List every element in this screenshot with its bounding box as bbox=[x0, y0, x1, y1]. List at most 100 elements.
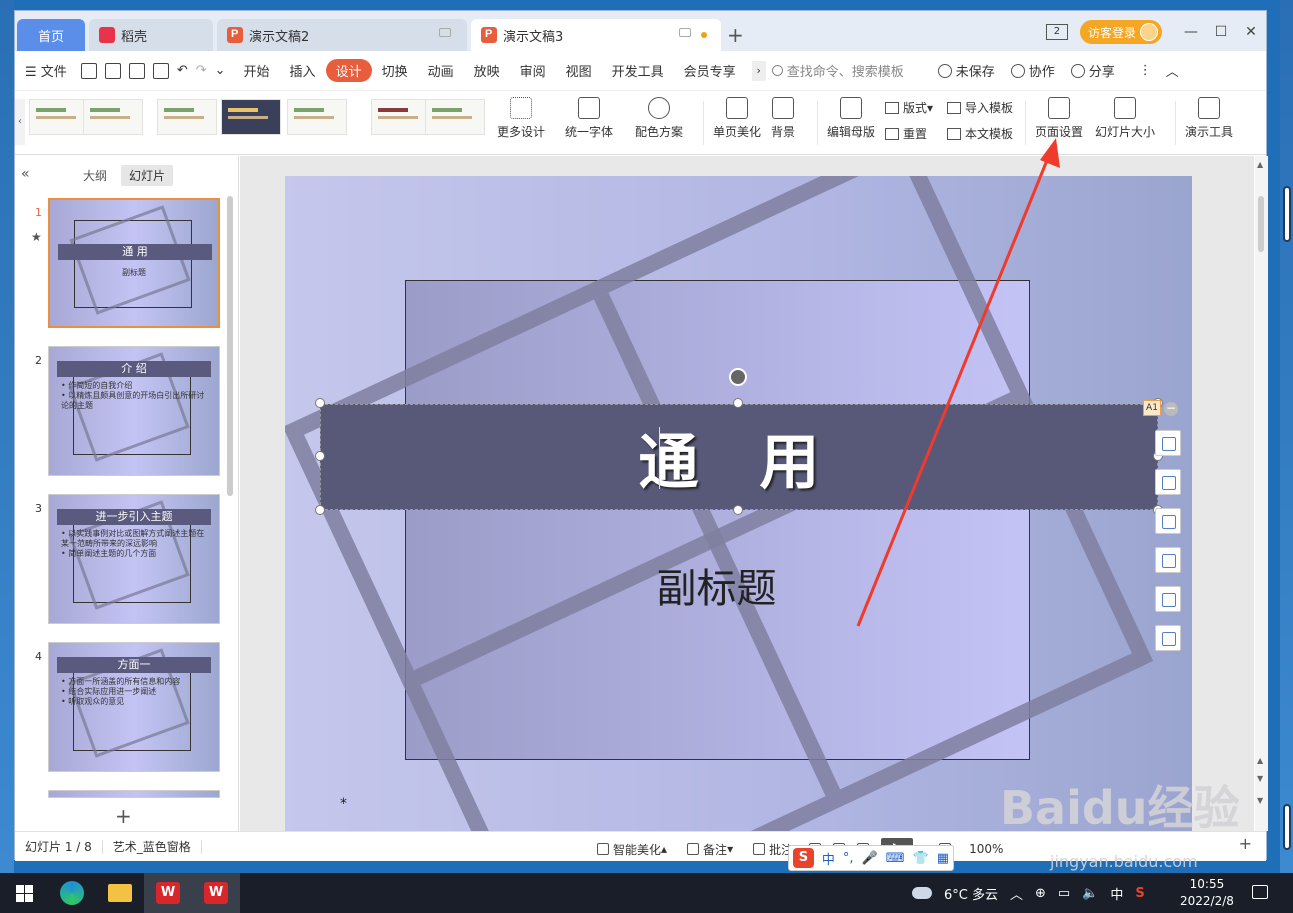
theme-name[interactable]: 艺术_蓝色窗格 bbox=[103, 838, 201, 855]
input-language[interactable]: 中 bbox=[1110, 884, 1123, 903]
microphone-icon[interactable]: 🎤 bbox=[862, 851, 878, 866]
zoom-in-button[interactable]: + bbox=[1239, 834, 1252, 853]
smart-beautify-button[interactable]: 智能美化 ▴ bbox=[587, 841, 677, 858]
minimize-button[interactable]: — bbox=[1176, 24, 1206, 40]
tab-outline[interactable]: 大纲 bbox=[75, 165, 115, 186]
network-icon[interactable]: ▭ bbox=[1058, 886, 1070, 901]
zoom-level[interactable]: 100% bbox=[969, 842, 1003, 856]
tab-home[interactable]: 首页 bbox=[17, 19, 85, 51]
title-placeholder[interactable]: 通 用 bbox=[320, 404, 1158, 510]
design-template-1[interactable] bbox=[29, 99, 89, 135]
reset-button[interactable]: 重置 bbox=[885, 125, 927, 142]
unify-font-button[interactable]: 统一字体 bbox=[565, 97, 613, 140]
ribbon-scroll-left-icon[interactable]: ‹ bbox=[15, 99, 25, 145]
share-button[interactable]: 分享 bbox=[1070, 61, 1115, 80]
start-button[interactable] bbox=[0, 873, 48, 913]
wps-taskbar-button-1[interactable]: W bbox=[144, 873, 192, 913]
background-button[interactable]: 背景 bbox=[771, 97, 795, 140]
menu-animation[interactable]: 动画 bbox=[418, 61, 464, 80]
volume-icon[interactable]: 🔈 bbox=[1082, 886, 1098, 901]
slide-subtitle[interactable]: 副标题 bbox=[285, 556, 1192, 614]
slide-thumbnail-4[interactable]: 4 方面一 • 方面一所涵盖的所有信息和内容 • 结合实际应用进一步阐述 • 听取观… bbox=[15, 642, 225, 772]
canvas-scrollbar-thumb[interactable] bbox=[1258, 196, 1264, 252]
weather-text[interactable]: 6°C 多云 bbox=[944, 884, 998, 903]
brush-icon[interactable] bbox=[1155, 469, 1181, 495]
layers-icon[interactable] bbox=[1155, 430, 1181, 456]
tray-expand-icon[interactable]: ︿ bbox=[1010, 884, 1023, 903]
menu-member[interactable]: 会员专享 bbox=[674, 61, 746, 80]
menu-start[interactable]: 开始 bbox=[234, 61, 280, 80]
more-options-icon[interactable]: ⋮ bbox=[1139, 63, 1152, 78]
canvas-scrollbar[interactable]: ▲ ▲ ▼ ▼ bbox=[1255, 156, 1268, 831]
layout-button[interactable]: 版式 ▾ bbox=[885, 99, 933, 116]
collapse-tools-icon[interactable]: − bbox=[1164, 402, 1178, 416]
file-menu[interactable]: ☰ 文件 bbox=[15, 61, 77, 80]
sogou-tray-icon[interactable]: S bbox=[1135, 886, 1144, 901]
resize-handle[interactable] bbox=[315, 451, 325, 461]
tab-slides[interactable]: 幻灯片 bbox=[121, 165, 174, 186]
menu-insert[interactable]: 插入 bbox=[280, 61, 326, 80]
ime-toolbar[interactable]: S 中 °, 🎤 ⌨ 👕 ▦ bbox=[788, 845, 954, 871]
desktop-scrollbar[interactable] bbox=[1283, 186, 1291, 242]
skin-icon[interactable]: 👕 bbox=[913, 851, 929, 866]
text-style-icon[interactable] bbox=[1155, 625, 1181, 651]
design-template-3[interactable] bbox=[157, 99, 217, 135]
design-template-7[interactable] bbox=[425, 99, 485, 135]
menu-developer[interactable]: 开发工具 bbox=[602, 61, 674, 80]
design-template-6[interactable] bbox=[371, 99, 431, 135]
ime-menu-icon[interactable]: ▦ bbox=[937, 851, 949, 866]
notification-icon[interactable] bbox=[1252, 885, 1268, 899]
keyboard-icon[interactable]: ⌨ bbox=[886, 851, 905, 866]
design-template-5[interactable] bbox=[287, 99, 347, 135]
tab-document-3[interactable]: 演示文稿3 bbox=[471, 19, 721, 51]
maximize-button[interactable]: ☐ bbox=[1206, 24, 1236, 40]
quick-access-dropdown-icon[interactable]: ⌄ bbox=[211, 63, 234, 78]
slide-size-button[interactable]: 幻灯片大小 bbox=[1095, 97, 1155, 140]
clock[interactable]: 10:55 2022/2/8 bbox=[1180, 876, 1234, 910]
idea-icon[interactable] bbox=[1155, 586, 1181, 612]
slide-title[interactable]: 通 用 bbox=[321, 405, 1157, 509]
new-tab-button[interactable]: + bbox=[727, 23, 744, 47]
resize-handle[interactable] bbox=[315, 398, 325, 408]
guest-login-button[interactable]: 访客登录 bbox=[1079, 20, 1162, 44]
redo-icon[interactable]: ↷ bbox=[192, 63, 211, 78]
save-icon[interactable] bbox=[80, 62, 97, 79]
slide-thumbnail-1[interactable]: 1 ★ 通 用 副标题 bbox=[15, 198, 225, 328]
print-preview-icon[interactable] bbox=[152, 62, 169, 79]
collaborate-button[interactable]: 协作 bbox=[1010, 61, 1055, 80]
edit-master-button[interactable]: 编辑母版 bbox=[827, 97, 875, 140]
tab-daoke[interactable]: 稻壳 bbox=[89, 19, 213, 51]
color-scheme-button[interactable]: 配色方案 bbox=[635, 97, 683, 140]
this-template-button[interactable]: 本文模板 bbox=[947, 125, 1013, 142]
slide-thumbnail-3[interactable]: 3 进一步引入主题 • 以实践事例对比或图解方式阐述主题在 某一范畴所带来的深远… bbox=[15, 494, 225, 624]
window-count-badge[interactable]: 2 bbox=[1045, 24, 1068, 40]
wps-taskbar-button-2[interactable]: W bbox=[192, 873, 240, 913]
resize-handle[interactable] bbox=[733, 398, 743, 408]
edge-browser-button[interactable] bbox=[48, 873, 96, 913]
ime-punctuation[interactable]: °, bbox=[843, 851, 854, 866]
tab-document-2[interactable]: 演示文稿2 bbox=[217, 19, 467, 51]
menu-view[interactable]: 视图 bbox=[556, 61, 602, 80]
notes-button[interactable]: 备注 ▾ bbox=[677, 841, 743, 858]
undo-icon[interactable]: ↶ bbox=[173, 63, 192, 78]
file-explorer-button[interactable] bbox=[96, 873, 144, 913]
slide-thumbnail-2[interactable]: 2 介 绍 • 作简短的自我介绍 • 以精炼且颇具创意的开场白引出所研讨 论的主题 bbox=[15, 346, 225, 476]
single-page-beautify-button[interactable]: 单页美化 bbox=[713, 97, 761, 140]
frame-icon[interactable] bbox=[1155, 547, 1181, 573]
add-slide-button[interactable]: + bbox=[115, 804, 132, 828]
menu-review[interactable]: 审阅 bbox=[510, 61, 556, 80]
menu-transition[interactable]: 切换 bbox=[372, 61, 418, 80]
rotate-handle-icon[interactable] bbox=[729, 368, 747, 386]
desktop-scrollbar-lower[interactable] bbox=[1283, 804, 1291, 850]
page-setup-button[interactable]: 页面设置 bbox=[1035, 97, 1083, 140]
presentation-tools-button[interactable]: 演示工具 bbox=[1185, 97, 1233, 140]
design-template-2[interactable] bbox=[83, 99, 143, 135]
slide-1[interactable]: 通 用 副标题 * bbox=[285, 176, 1192, 831]
resize-handle[interactable] bbox=[733, 505, 743, 515]
print-icon[interactable] bbox=[128, 62, 145, 79]
export-icon[interactable] bbox=[104, 62, 121, 79]
tray-app-icon[interactable]: ⊕ bbox=[1035, 886, 1046, 901]
collapse-ribbon-icon[interactable]: ︿ bbox=[1166, 61, 1179, 80]
design-template-4[interactable] bbox=[221, 99, 281, 135]
collapse-panel-icon[interactable]: « bbox=[21, 166, 30, 182]
